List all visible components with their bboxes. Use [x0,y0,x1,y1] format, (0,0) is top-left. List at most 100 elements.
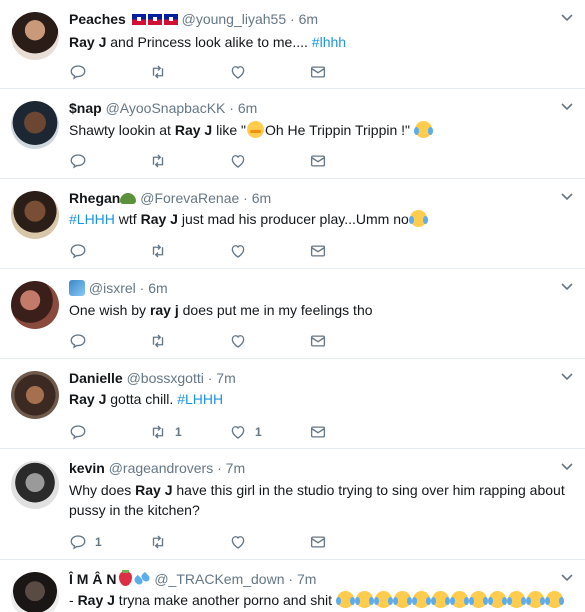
chevron-down-icon[interactable] [561,373,573,381]
display-name[interactable]: Danielle [69,370,123,386]
retweet-button[interactable] [149,151,175,171]
chevron-down-icon[interactable] [561,463,573,471]
hashtag-link[interactable]: #LHHH [69,211,115,227]
chevron-down-icon[interactable] [561,14,573,22]
tweet-header: Î M Â N @_TRACKem_down · 7m [69,570,555,588]
tweet[interactable]: kevin @rageandrovers · 7m Why does Ray J… [0,449,585,560]
heart-icon [231,245,245,258]
timestamp[interactable]: 7m [226,460,245,476]
retweet-icon [152,244,164,258]
text-segment: - [69,592,78,608]
avatar[interactable] [11,371,59,419]
loudly-crying-emoji-icon [411,591,431,608]
envelope-icon [310,335,326,347]
keyword-highlight: Ray J [69,391,107,407]
tweet[interactable]: $nap @AyooSnapbacKK · 6m Shawty lookin a… [0,89,585,179]
direct-message-button[interactable] [309,532,327,552]
reply-button[interactable] [69,331,95,351]
direct-message-button[interactable] [309,331,327,351]
direct-message-button[interactable] [309,422,327,442]
timestamp[interactable]: 7m [297,571,316,587]
reply-button[interactable] [69,422,95,442]
tweet[interactable]: @isxrel · 6m One wish by ray j does put … [0,269,585,359]
tweet[interactable]: Î M Â N @_TRACKem_down · 7m - Ray J tryn… [0,560,585,612]
loudly-crying-emoji-icon [392,591,412,608]
tweet-header: @isxrel · 6m [69,279,555,297]
separator-dot: · [139,280,145,296]
user-handle[interactable]: @isxrel [89,280,136,296]
avatar[interactable] [11,572,59,612]
separator-dot: · [243,190,248,206]
user-handle[interactable]: @young_liyah55 [182,11,287,27]
reply-button[interactable] [69,62,95,82]
keyword-highlight: Ray J [69,34,107,50]
user-handle[interactable]: @AyooSnapbacKK [106,100,226,116]
chevron-down-icon[interactable] [561,103,573,111]
loudly-crying-emoji-icon [468,591,488,608]
direct-message-button[interactable] [309,241,327,261]
direct-message-button[interactable] [309,62,327,82]
tears-of-joy-emoji-icon [354,591,374,608]
avatar[interactable] [11,12,59,60]
hashtag-link[interactable]: #lhhh [312,34,346,50]
display-name[interactable]: $nap [69,100,102,116]
timestamp[interactable]: 6m [252,190,271,206]
timestamp[interactable]: 6m [299,11,318,27]
like-button[interactable] [229,62,255,82]
tweet[interactable]: Rhegan @ForevaRenae · 6m #LHHH wtf Ray J… [0,179,585,269]
like-button[interactable] [229,151,255,171]
direct-message-button[interactable] [309,151,327,171]
separator-dot: · [290,11,295,27]
display-name[interactable]: kevin [69,460,105,476]
tweet-header: kevin @rageandrovers · 7m [69,459,555,477]
user-handle[interactable]: @rageandrovers [109,460,214,476]
timestamp[interactable]: 6m [238,100,257,116]
user-handle[interactable]: @ForevaRenae [140,190,239,206]
user-handle[interactable]: @bossxgotti [127,370,204,386]
retweet-button[interactable] [149,532,175,552]
timestamp[interactable]: 6m [148,280,167,296]
avatar[interactable] [11,461,59,509]
text-segment: wtf [114,211,141,227]
reply-icon [70,334,86,349]
strawberry-emoji-icon [119,570,133,586]
display-name[interactable]: Peaches [69,11,126,27]
reply-button[interactable] [69,151,95,171]
retweet-icon [152,154,164,168]
tweet-actions: 1 1 [69,422,349,442]
retweet-button[interactable]: 1 [149,422,182,442]
loudly-crying-emoji-icon [544,591,564,608]
display-name[interactable]: Î M Â N [69,571,116,587]
reply-button[interactable]: 1 [69,532,102,552]
tears-of-joy-emoji-icon [413,121,433,138]
like-button[interactable]: 1 [229,422,262,442]
reply-button[interactable] [69,241,95,261]
hashtag-link[interactable]: #LHHH [177,391,223,407]
retweet-button[interactable] [149,331,175,351]
like-button[interactable] [229,331,255,351]
avatar[interactable] [11,101,59,149]
like-button[interactable] [229,241,255,261]
avatar[interactable] [11,281,59,329]
display-name[interactable]: Rhegan [69,190,120,206]
reply-icon [70,535,86,550]
text-segment: Why does [69,482,136,498]
tweet[interactable]: Danielle @bossxgotti · 7m Ray J gotta ch… [0,359,585,449]
tweet-header: $nap @AyooSnapbacKK · 6m [69,99,555,117]
timestamp[interactable]: 7m [216,370,235,386]
tweet-text: One wish by ray j does put me in my feel… [69,300,571,320]
chevron-down-icon[interactable] [561,283,573,291]
like-button[interactable] [229,532,255,552]
retweet-button[interactable] [149,241,175,261]
chevron-down-icon[interactable] [561,193,573,201]
like-count: 1 [255,425,262,439]
retweet-button[interactable] [149,62,175,82]
avatar[interactable] [11,191,59,239]
envelope-icon [310,426,326,438]
tweet-header: Danielle @bossxgotti · 7m [69,369,555,387]
retweet-icon [152,535,164,549]
keyword-highlight: ray j [149,302,179,318]
chevron-down-icon[interactable] [561,574,573,582]
tweet[interactable]: Peaches @young_liyah55 · 6m Ray J and Pr… [0,0,585,89]
user-handle[interactable]: @_TRACKem_down [154,571,284,587]
